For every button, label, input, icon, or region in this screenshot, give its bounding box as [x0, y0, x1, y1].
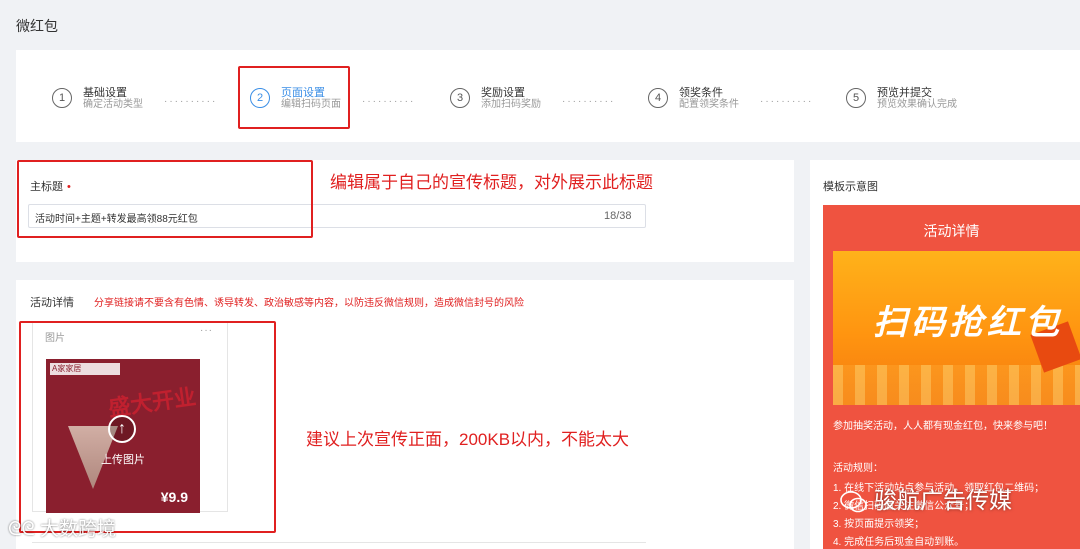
step-4-name: 领奖条件	[679, 87, 723, 99]
watermark-left-text: 大数跨境	[40, 519, 117, 540]
title-annotation: 编辑属于自己的宣传标题，对外展示此标题	[330, 173, 653, 192]
preview-page-title: 活动详情	[923, 223, 980, 239]
title-char-count: 18/38	[604, 210, 632, 222]
banner-text: 扫码抢红包	[873, 303, 1063, 343]
steps-bar: 1 基础设置 确定活动类型 ·········· 2 页面设置 编辑扫码页面 ·…	[16, 50, 1080, 142]
step-1[interactable]: 1 基础设置 确定活动类型	[52, 88, 143, 110]
step-4[interactable]: 4 领奖条件 配置领奖条件	[648, 88, 739, 110]
detail-warning: 分享链接请不要含有色情、诱导转发、政治敏感等内容，以防违反微信规则，造成微信封号…	[94, 298, 524, 309]
step-5-desc: 预览效果确认完成	[877, 99, 957, 110]
preview-intro: 参加抽奖活动，人人都有现金红包，快来参与吧！	[833, 421, 1053, 432]
step-separator: ··········	[562, 96, 616, 107]
step-3-desc: 添加扫码奖励	[481, 99, 541, 110]
step-separator: ··········	[760, 96, 814, 107]
step-4-number: 4	[648, 88, 668, 108]
step-5[interactable]: 5 预览并提交 预览效果确认完成	[846, 88, 957, 110]
detail-next-field[interactable]	[32, 542, 646, 549]
step-highlight-box	[238, 66, 350, 129]
preview-banner: 扫码抢红包	[833, 251, 1080, 405]
step-5-name: 预览并提交	[877, 87, 932, 99]
detail-label: 活动详情	[30, 297, 74, 309]
preview-rule: 4. 完成任务后现金自动到账。	[833, 537, 965, 548]
image-annotation: 建议上次宣传正面，200KB以内，不能太大	[306, 430, 630, 449]
page-title: 微红包	[16, 18, 58, 34]
wechat-icon	[840, 491, 867, 513]
step-3-number: 3	[450, 88, 470, 108]
title-highlight-box	[17, 160, 313, 238]
step-1-name: 基础设置	[83, 87, 127, 99]
step-3-name: 奖励设置	[481, 87, 525, 99]
step-4-desc: 配置领奖条件	[679, 99, 739, 110]
step-3[interactable]: 3 奖励设置 添加扫码奖励	[450, 88, 541, 110]
step-5-number: 5	[846, 88, 866, 108]
watermark-logo-icon: ᘓᘓ	[8, 519, 41, 540]
preview-rules-title: 活动规则：	[833, 463, 883, 474]
watermark-left: ᘓᘓ 大数跨境	[8, 514, 116, 541]
watermark-right: 骏航广告传媒	[840, 481, 1012, 515]
preview-rule: 3. 按页面提示领奖；	[833, 519, 925, 530]
step-1-desc: 确定活动类型	[83, 99, 143, 110]
step-separator: ··········	[362, 96, 416, 107]
image-highlight-box	[19, 321, 276, 533]
step-1-number: 1	[52, 88, 72, 108]
preview-label: 模板示意图	[823, 181, 878, 193]
watermark-right-text: 骏航广告传媒	[874, 487, 1012, 513]
step-separator: ··········	[164, 96, 218, 107]
